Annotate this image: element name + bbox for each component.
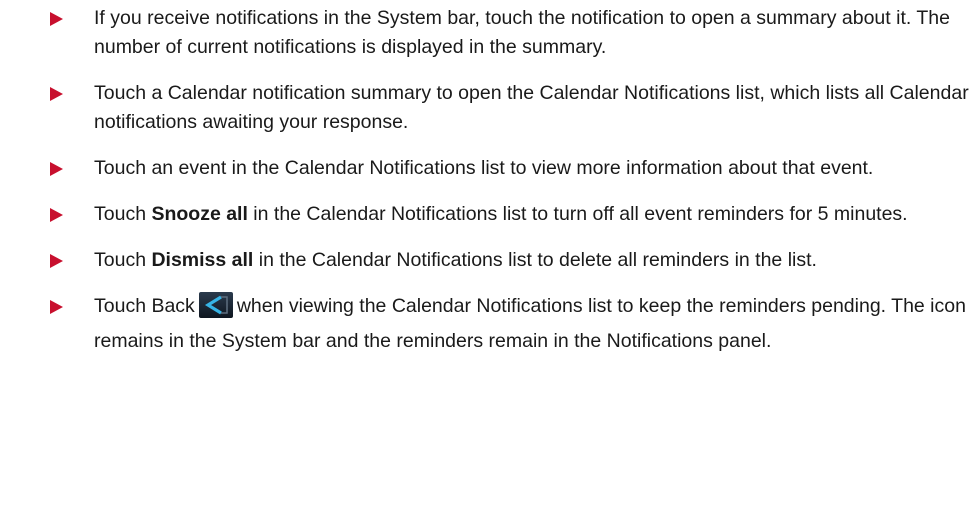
list-item: Touch an event in the Calendar Notificat… [50, 154, 975, 183]
list-item: Touch Dismiss all in the Calendar Notifi… [50, 246, 975, 275]
item-text-post: in the Calendar Notifications list to de… [253, 249, 817, 271]
list-item: If you receive notifications in the Syst… [50, 4, 975, 62]
item-text: Touch an event in the Calendar Notificat… [94, 157, 874, 179]
item-text-pre: Touch [94, 249, 152, 271]
item-text-pre: Touch Back [94, 295, 195, 317]
bullet-arrow-icon [50, 300, 63, 314]
list-item: Touch Back when viewing the Calendar Noti… [50, 292, 975, 356]
snooze-all-label: Snooze all [151, 203, 248, 225]
bullet-arrow-icon [50, 254, 63, 268]
dismiss-all-label: Dismiss all [151, 249, 254, 271]
item-text: If you receive notifications in the Syst… [94, 7, 950, 58]
list-item: Touch a Calendar notification summary to… [50, 79, 975, 137]
bullet-arrow-icon [50, 87, 63, 101]
list-item: Touch Snooze all in the Calendar Notific… [50, 200, 975, 229]
item-text-post: in the Calendar Notifications list to tu… [247, 203, 908, 225]
back-button-icon [198, 292, 233, 327]
item-text-pre: Touch [94, 203, 152, 225]
bullet-arrow-icon [50, 12, 63, 26]
item-text: Touch a Calendar notification summary to… [94, 82, 969, 133]
bullet-arrow-icon [50, 208, 63, 222]
bullet-arrow-icon [50, 162, 63, 176]
instruction-list: If you receive notifications in the Syst… [50, 4, 975, 373]
